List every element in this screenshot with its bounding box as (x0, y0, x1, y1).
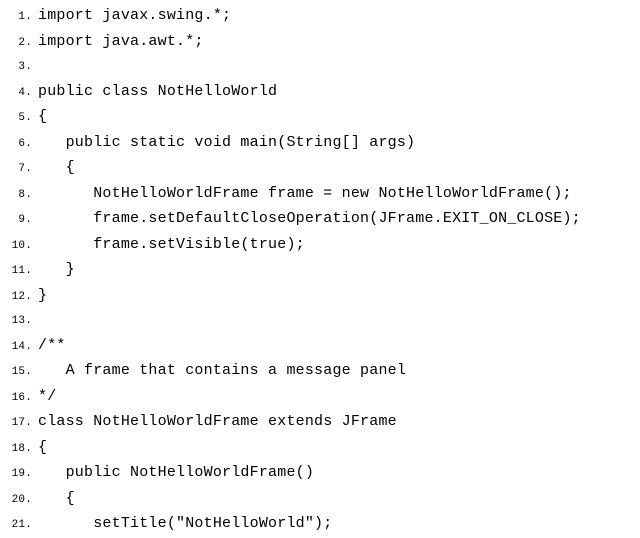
code-text: } (38, 284, 47, 309)
code-row: 15. A frame that contains a message pane… (4, 359, 640, 385)
line-number: 14. (4, 335, 38, 360)
code-row: 20. { (4, 487, 640, 513)
code-row: 6. public static void main(String[] args… (4, 131, 640, 157)
line-number: 21. (4, 513, 38, 538)
code-row: 8. NotHelloWorldFrame frame = new NotHel… (4, 182, 640, 208)
code-row: 11. } (4, 258, 640, 284)
line-number: 1. (4, 5, 38, 30)
code-text: { (38, 487, 75, 512)
code-text: NotHelloWorldFrame frame = new NotHelloW… (38, 182, 572, 207)
code-row: 19. public NotHelloWorldFrame() (4, 461, 640, 487)
line-number: 16. (4, 386, 38, 411)
code-row: 7. { (4, 156, 640, 182)
code-row: 16.*/ (4, 385, 640, 411)
line-number: 3. (4, 55, 38, 80)
code-row: 13. (4, 309, 640, 334)
line-number: 9. (4, 208, 38, 233)
line-number: 6. (4, 132, 38, 157)
code-text: frame.setVisible(true); (38, 233, 305, 258)
code-listing: 1.import javax.swing.*;2.import java.awt… (0, 0, 640, 538)
line-number: 20. (4, 488, 38, 513)
code-text: A frame that contains a message panel (38, 359, 406, 384)
code-row: 18.{ (4, 436, 640, 462)
line-number: 2. (4, 31, 38, 56)
code-text: setTitle("NotHelloWorld"); (38, 512, 332, 537)
code-text: import java.awt.*; (38, 30, 204, 55)
code-text: /** (38, 334, 66, 359)
code-text: } (38, 258, 75, 283)
line-number: 18. (4, 437, 38, 462)
line-number: 12. (4, 285, 38, 310)
line-number: 4. (4, 81, 38, 106)
code-text: { (38, 105, 47, 130)
line-number: 8. (4, 183, 38, 208)
code-row: 4.public class NotHelloWorld (4, 80, 640, 106)
code-row: 5.{ (4, 105, 640, 131)
code-row: 3. (4, 55, 640, 80)
code-row: 17.class NotHelloWorldFrame extends JFra… (4, 410, 640, 436)
code-text: import javax.swing.*; (38, 4, 231, 29)
code-text: class NotHelloWorldFrame extends JFrame (38, 410, 397, 435)
code-row: 10. frame.setVisible(true); (4, 233, 640, 259)
code-text: */ (38, 385, 56, 410)
line-number: 13. (4, 309, 38, 334)
code-row: 12.} (4, 284, 640, 310)
code-row: 9. frame.setDefaultCloseOperation(JFrame… (4, 207, 640, 233)
line-number: 7. (4, 157, 38, 182)
code-row: 2.import java.awt.*; (4, 30, 640, 56)
code-row: 14./** (4, 334, 640, 360)
line-number: 10. (4, 234, 38, 259)
code-row: 1.import javax.swing.*; (4, 4, 640, 30)
line-number: 15. (4, 360, 38, 385)
line-number: 19. (4, 462, 38, 487)
code-text: public NotHelloWorldFrame() (38, 461, 314, 486)
line-number: 5. (4, 106, 38, 131)
code-text: { (38, 156, 75, 181)
code-text: public static void main(String[] args) (38, 131, 415, 156)
line-number: 11. (4, 259, 38, 284)
code-text: { (38, 436, 47, 461)
code-text: frame.setDefaultCloseOperation(JFrame.EX… (38, 207, 581, 232)
line-number: 17. (4, 411, 38, 436)
code-text: public class NotHelloWorld (38, 80, 277, 105)
code-row: 21. setTitle("NotHelloWorld"); (4, 512, 640, 538)
